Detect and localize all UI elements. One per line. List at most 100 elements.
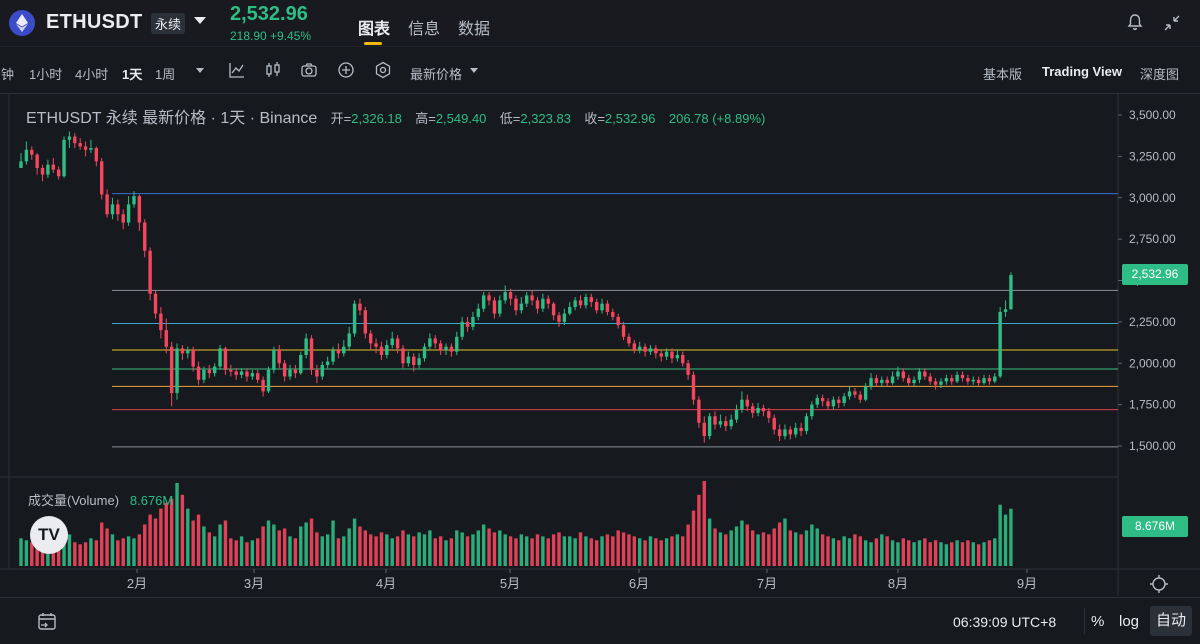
candle-body <box>449 346 454 352</box>
bell-icon[interactable] <box>1126 13 1144 36</box>
indicator-line-icon[interactable] <box>228 61 246 84</box>
volume-bar <box>100 522 104 566</box>
volume-bar <box>686 524 690 566</box>
price-chart[interactable]: 3,500.003,250.003,000.002,750.002,500.00… <box>0 94 1200 596</box>
auto-scale-button[interactable]: 自动 <box>1150 606 1192 636</box>
symbol-name[interactable]: ETHUSDT <box>46 11 143 34</box>
volume-bar <box>250 540 255 566</box>
candle-body <box>724 421 728 427</box>
volume-bar <box>218 524 222 566</box>
volume-bar <box>890 540 895 566</box>
ohlc-legend: ETHUSDT 永续 最新价格 · 1天 · Binance 开=2,326.1… <box>26 104 765 128</box>
volume-bar <box>917 540 922 566</box>
volume-bar <box>385 534 389 566</box>
timeframe-1h[interactable]: 1小时 <box>29 64 62 83</box>
chart-area[interactable]: 3,500.003,250.003,000.002,750.002,500.00… <box>0 93 1200 596</box>
candle-body <box>982 378 986 384</box>
volume-bar <box>379 532 384 566</box>
percent-button[interactable]: % <box>1091 613 1104 630</box>
volume-bar <box>299 526 303 566</box>
candle-body <box>928 376 932 382</box>
volume-bar <box>331 520 335 566</box>
date-range-icon[interactable] <box>36 611 58 638</box>
view-basic[interactable]: 基本版 <box>983 64 1022 83</box>
candle-body <box>783 429 787 437</box>
volume-bar <box>987 540 992 566</box>
candle-body <box>153 293 158 314</box>
tab-info[interactable]: 信息 <box>408 15 440 39</box>
volume-bar <box>831 538 836 566</box>
camera-icon[interactable] <box>300 61 318 84</box>
candle-body <box>428 338 432 347</box>
candle-body <box>476 308 480 317</box>
add-indicator-icon[interactable] <box>337 61 355 84</box>
tradingview-logo-icon[interactable]: TV <box>30 516 68 554</box>
volume-bar <box>998 504 1002 566</box>
volume-bar <box>976 544 981 566</box>
collapse-icon[interactable] <box>1162 13 1182 38</box>
view-depth[interactable]: 深度图 <box>1140 64 1179 83</box>
volume-bar <box>896 542 900 566</box>
candle-body <box>573 300 577 307</box>
tab-data[interactable]: 数据 <box>458 15 490 39</box>
volume-bar <box>455 530 459 566</box>
timeframe-4h[interactable]: 4小时 <box>75 64 108 83</box>
candle-body <box>718 421 723 425</box>
volume-bar <box>19 538 23 566</box>
log-button[interactable]: log <box>1119 613 1139 630</box>
candle-body <box>584 297 588 306</box>
volume-bar <box>562 536 567 566</box>
volume-bar <box>369 534 373 566</box>
time-tick-label: 4月 <box>376 576 396 591</box>
candle-body <box>35 154 39 168</box>
candle-body <box>218 348 222 367</box>
volume-bar <box>605 534 610 566</box>
timeframe-minutes[interactable]: 分钟 <box>0 64 14 83</box>
candle-body <box>272 350 276 370</box>
candle-body <box>395 338 400 349</box>
timeframe-1d[interactable]: 1天 <box>122 64 142 83</box>
timeframe-1w[interactable]: 1周 <box>155 64 175 83</box>
tab-chart[interactable]: 图表 <box>358 15 390 39</box>
volume-bar <box>234 540 238 566</box>
candle-body <box>180 348 185 354</box>
candle-body <box>976 379 981 384</box>
chart-toolbar: 分钟 1小时 4小时 1天 1周 最新价格 基本版 Trading View 深… <box>0 46 1200 92</box>
volume-bar <box>471 534 475 566</box>
candle-body <box>837 399 841 403</box>
candle-type-icon[interactable] <box>264 61 282 84</box>
time-tick-label: 5月 <box>500 576 520 591</box>
volume-bar <box>358 526 362 566</box>
volume-bar <box>89 538 93 566</box>
candle-body <box>955 374 959 382</box>
volume-bar <box>498 530 502 566</box>
candle-body <box>487 295 491 301</box>
volume-bar <box>675 534 680 566</box>
candle-body <box>196 366 201 380</box>
price-type-caret-icon[interactable] <box>470 68 478 73</box>
candle-body <box>621 325 626 337</box>
volume-bar <box>508 536 513 566</box>
candle-body <box>67 136 72 140</box>
candle-body <box>912 379 916 384</box>
low-label: 低= <box>499 111 521 126</box>
price-type-select[interactable]: 最新价格 <box>410 64 462 83</box>
more-timeframes-caret-icon[interactable] <box>196 68 204 73</box>
chart-settings-icon <box>1152 577 1166 591</box>
view-tradingview[interactable]: Trading View <box>1042 64 1122 79</box>
candle-body <box>745 399 749 407</box>
volume-bar <box>681 536 685 566</box>
candle-body <box>89 148 93 150</box>
volume-bar <box>191 520 195 566</box>
volume-bar <box>589 538 593 566</box>
clock[interactable]: 06:39:09 UTC+8 <box>953 614 1056 630</box>
volume-bar <box>180 494 185 566</box>
candle-body <box>433 338 437 344</box>
candle-body <box>336 350 341 354</box>
volume-bar <box>417 532 421 566</box>
candle-body <box>207 369 211 374</box>
volume-bar <box>24 540 29 566</box>
symbol-dropdown-caret-icon[interactable] <box>194 17 206 24</box>
settings-hexagon-icon[interactable] <box>374 61 392 84</box>
volume-bar <box>304 522 308 566</box>
